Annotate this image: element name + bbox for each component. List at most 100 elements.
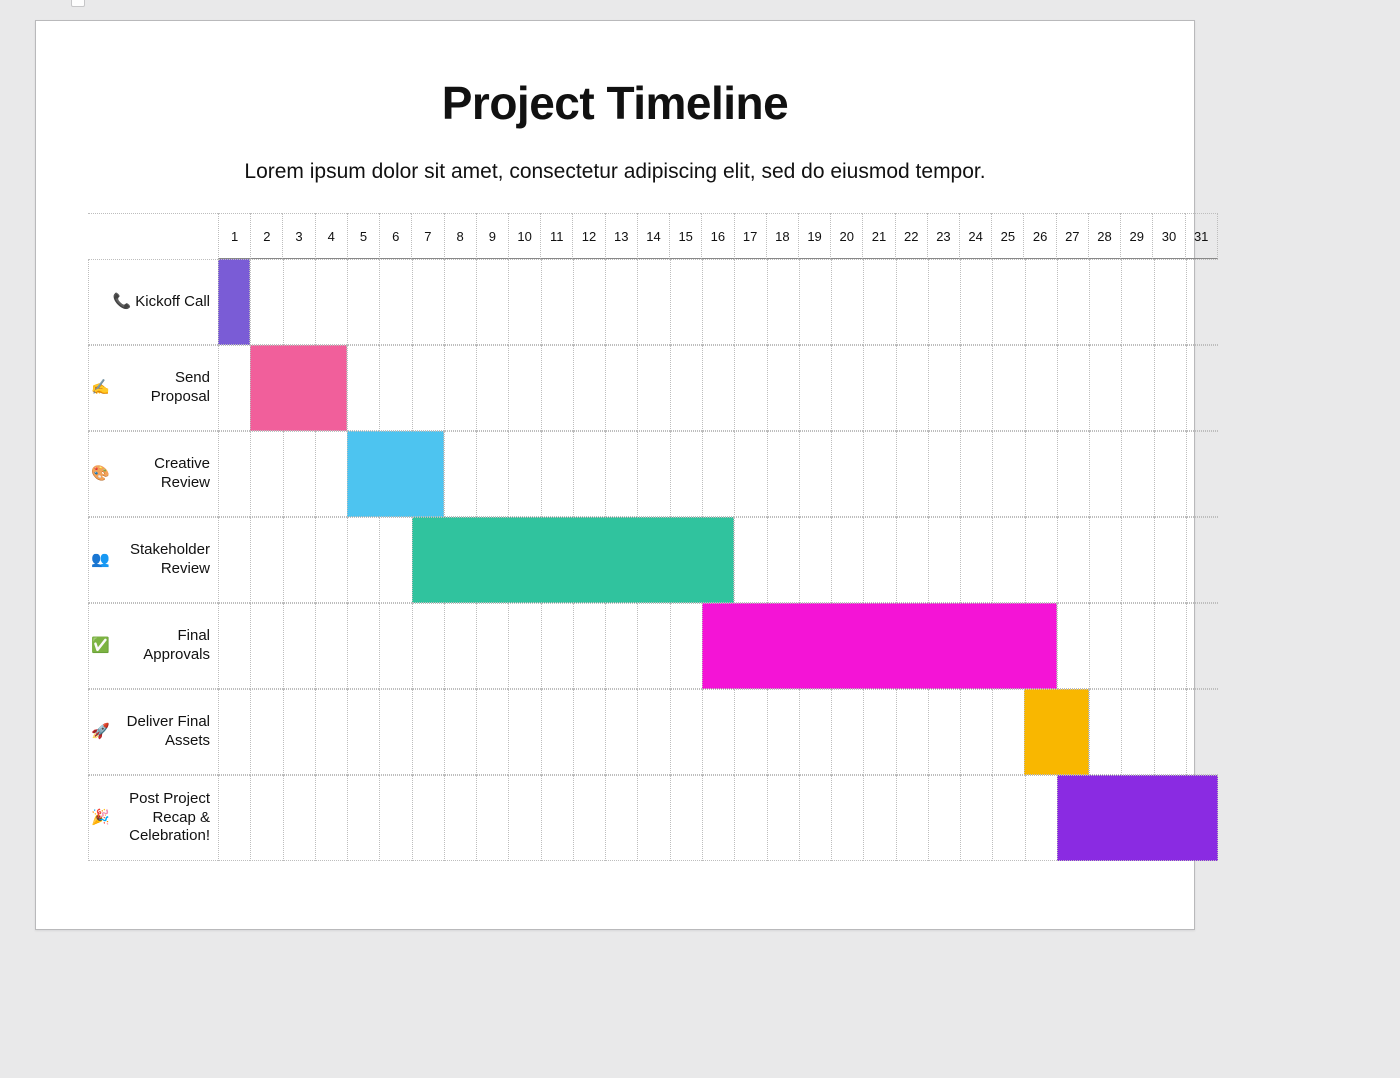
gantt-cell	[992, 517, 1024, 603]
gantt-cell	[476, 603, 508, 689]
gantt-cell	[476, 345, 508, 431]
gantt-cell	[283, 775, 315, 861]
task-label-text: Post Project Recap & Celebration!	[114, 790, 210, 846]
gantt-cell	[315, 689, 347, 775]
gantt-cell	[896, 431, 928, 517]
gantt-day-header: 29	[1120, 213, 1152, 259]
task-label-text: Send Proposal	[114, 369, 210, 407]
gantt-cell	[896, 259, 928, 345]
gantt-chart: 1234567891011121314151617181920212223242…	[88, 213, 1218, 861]
gantt-cell	[734, 431, 766, 517]
gantt-cell	[315, 517, 347, 603]
gantt-day-header: 1	[218, 213, 250, 259]
gantt-cell	[1121, 345, 1153, 431]
gantt-cell	[1186, 689, 1218, 775]
gantt-cell	[767, 259, 799, 345]
gantt-cell	[670, 259, 702, 345]
gantt-bar[interactable]	[1024, 689, 1089, 775]
gantt-cell	[799, 259, 831, 345]
gantt-cell	[218, 689, 250, 775]
task-label-text: Stakeholder Review	[114, 541, 210, 579]
gantt-cell	[508, 603, 540, 689]
gantt-cell	[1154, 689, 1186, 775]
gantt-cell	[218, 431, 250, 517]
gantt-cell	[476, 431, 508, 517]
gantt-cell	[444, 431, 476, 517]
gantt-cell	[1186, 603, 1218, 689]
gantt-cell	[1186, 517, 1218, 603]
gantt-day-header: 20	[830, 213, 862, 259]
gantt-cell	[1089, 689, 1121, 775]
gantt-cell	[799, 689, 831, 775]
task-emoji-icon: 📞	[113, 293, 132, 312]
gantt-cell	[250, 689, 282, 775]
gantt-row-cells	[218, 603, 1218, 689]
gantt-cell	[573, 431, 605, 517]
gantt-cell	[315, 431, 347, 517]
gantt-day-header: 16	[701, 213, 733, 259]
gantt-day-header: 23	[927, 213, 959, 259]
gantt-cell	[863, 431, 895, 517]
gantt-bar[interactable]	[1057, 775, 1218, 861]
gantt-cell	[637, 689, 669, 775]
gantt-cell	[1121, 517, 1153, 603]
gantt-row-cells	[218, 259, 1218, 345]
gantt-cell	[315, 259, 347, 345]
gantt-cell	[960, 345, 992, 431]
gantt-cell	[1057, 345, 1089, 431]
gantt-cell	[799, 345, 831, 431]
gantt-cell	[670, 431, 702, 517]
gantt-cell	[250, 431, 282, 517]
gantt-row-label: 🚀Deliver Final Assets	[88, 689, 218, 775]
gantt-cell	[541, 689, 573, 775]
gantt-cell	[960, 517, 992, 603]
gantt-cell	[218, 345, 250, 431]
gantt-bar[interactable]	[347, 431, 444, 517]
gantt-cell	[573, 603, 605, 689]
gantt-cell	[637, 431, 669, 517]
gantt-cell	[605, 775, 637, 861]
gantt-cell	[379, 345, 411, 431]
gantt-cell	[702, 775, 734, 861]
gantt-cell	[347, 517, 379, 603]
gantt-bar[interactable]	[218, 259, 250, 345]
gantt-row: 🎉Post Project Recap & Celebration!	[88, 775, 1218, 861]
gantt-day-header: 10	[508, 213, 540, 259]
gantt-day-header: 7	[411, 213, 443, 259]
gantt-cell	[218, 775, 250, 861]
gantt-cell	[702, 431, 734, 517]
gantt-bar[interactable]	[412, 517, 735, 603]
gantt-cell	[541, 603, 573, 689]
gantt-day-header: 28	[1088, 213, 1120, 259]
gantt-cell	[412, 345, 444, 431]
gantt-cell	[702, 259, 734, 345]
gantt-cell	[1057, 431, 1089, 517]
gantt-cell	[767, 431, 799, 517]
gantt-cell	[541, 345, 573, 431]
page-title: Project Timeline	[36, 76, 1194, 130]
gantt-cell	[1154, 345, 1186, 431]
gantt-cell	[412, 775, 444, 861]
gantt-cell	[896, 345, 928, 431]
gantt-cell	[508, 431, 540, 517]
gantt-day-header: 17	[734, 213, 766, 259]
gantt-cell	[863, 259, 895, 345]
task-label-text: Final Approvals	[114, 627, 210, 665]
gantt-cell	[250, 517, 282, 603]
gantt-cell	[637, 259, 669, 345]
gantt-bar[interactable]	[702, 603, 1057, 689]
gantt-cell	[444, 689, 476, 775]
gantt-cell	[1089, 431, 1121, 517]
gantt-cell	[928, 259, 960, 345]
gantt-cell	[1057, 517, 1089, 603]
gantt-cell	[1025, 345, 1057, 431]
slide-checkbox[interactable]	[71, 0, 85, 7]
gantt-cell	[670, 345, 702, 431]
gantt-cell	[799, 517, 831, 603]
gantt-cell	[831, 517, 863, 603]
gantt-day-header: 22	[895, 213, 927, 259]
gantt-bar[interactable]	[250, 345, 347, 431]
gantt-cell	[573, 775, 605, 861]
gantt-cell	[444, 345, 476, 431]
gantt-cell	[347, 603, 379, 689]
